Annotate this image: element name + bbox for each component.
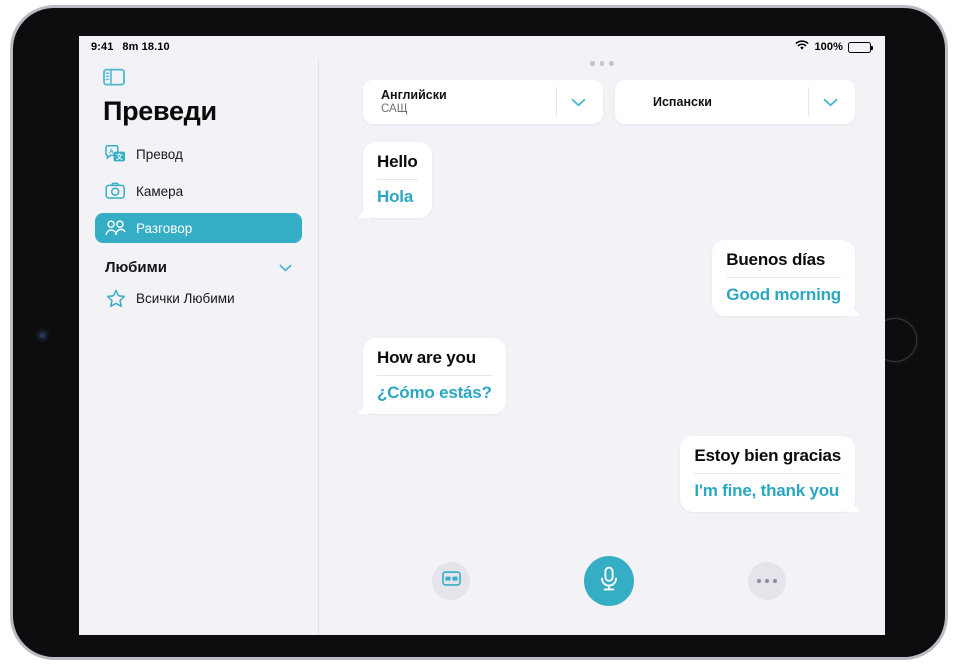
device-bezel: 9:41 8m 18.10 100% Преведи A 文 Превод Ка… xyxy=(13,8,945,657)
message-translation-text: ¿Cómo estás? xyxy=(377,383,492,402)
main-content: Английски САЩ Испански Hello Hola Buenos… xyxy=(319,58,885,635)
sidebar: Преведи A 文 Превод Камера Разговор Любим… xyxy=(79,58,319,635)
side-by-side-view-icon xyxy=(441,571,461,591)
message-source-text: How are you xyxy=(377,348,476,367)
status-bar-left: 9:41 8m 18.10 xyxy=(91,41,170,53)
message-bubble[interactable]: How are you ¿Cómo estás? xyxy=(363,338,506,414)
sidebar-item-all-favorites[interactable]: Всички Любими xyxy=(95,283,302,313)
status-bar-right: 100% xyxy=(795,40,873,54)
message-bubble[interactable]: Hello Hola xyxy=(363,142,432,218)
language-from-picker[interactable]: Английски САЩ xyxy=(363,80,603,124)
message-source-text: Estoy bien gracias xyxy=(694,446,841,465)
language-from-region: САЩ xyxy=(381,102,408,115)
svg-text:文: 文 xyxy=(116,152,123,161)
message-source-text: Buenos días xyxy=(726,250,826,269)
microphone-button[interactable] xyxy=(584,556,634,606)
language-to-name: Испански xyxy=(653,94,712,109)
side-by-side-view-button[interactable] xyxy=(432,562,470,600)
message-row: How are you ¿Cómo estás? xyxy=(363,338,855,414)
page-title: Преведи xyxy=(103,96,217,126)
window-grabber-dots[interactable] xyxy=(319,61,885,66)
sidebar-toggle-icon[interactable] xyxy=(103,66,129,88)
microphone-icon xyxy=(599,566,619,597)
battery-percent-label: 100% xyxy=(814,41,843,53)
chevron-down-icon[interactable] xyxy=(279,259,292,276)
sidebar-item-camera[interactable]: Камера xyxy=(95,176,302,206)
screen-body: Преведи A 文 Превод Камера Разговор Любим… xyxy=(79,58,885,635)
message-bubble[interactable]: Buenos días Good morning xyxy=(712,240,855,316)
tablet-screen: 9:41 8m 18.10 100% Преведи A 文 Превод Ка… xyxy=(79,36,885,635)
message-divider xyxy=(726,277,841,278)
front-camera-icon xyxy=(37,330,48,341)
translate-icon: A 文 xyxy=(105,145,126,163)
battery-full-icon xyxy=(848,41,873,53)
conversation-people-icon xyxy=(105,219,126,237)
status-date: 8m 18.10 xyxy=(122,41,170,53)
bottom-toolbar xyxy=(319,537,885,635)
chevron-down-icon[interactable] xyxy=(809,98,851,107)
chevron-down-icon[interactable] xyxy=(557,98,599,107)
status-bar: 9:41 8m 18.10 100% xyxy=(79,36,885,58)
device-frame: 9:41 8m 18.10 100% Преведи A 文 Превод Ка… xyxy=(10,5,948,660)
star-icon xyxy=(105,289,126,307)
message-row: Estoy bien gracias I'm fine, thank you xyxy=(363,436,855,512)
message-divider xyxy=(694,473,841,474)
language-to-picker[interactable]: Испански xyxy=(615,80,855,124)
message-bubble[interactable]: Estoy bien gracias I'm fine, thank you xyxy=(680,436,855,512)
message-divider xyxy=(377,375,492,376)
sidebar-item-label: Всички Любими xyxy=(136,290,235,306)
message-translation-text: Hola xyxy=(377,187,414,206)
sidebar-item-conversation[interactable]: Разговор xyxy=(95,213,302,243)
message-row: Hello Hola xyxy=(363,142,855,218)
camera-icon xyxy=(105,182,126,200)
language-selection-bar: Английски САЩ Испански xyxy=(319,58,885,124)
message-translation-text: I'm fine, thank you xyxy=(694,481,840,500)
sidebar-item-translate[interactable]: A 文 Превод xyxy=(95,139,302,169)
message-row: Buenos días Good morning xyxy=(363,240,855,316)
wifi-icon xyxy=(795,40,809,54)
message-translation-text: Good morning xyxy=(726,285,841,304)
language-from-name: Английски xyxy=(381,88,447,103)
sidebar-section-label: Любими xyxy=(105,258,167,276)
sidebar-item-label: Разговор xyxy=(136,220,193,236)
status-time: 9:41 xyxy=(91,41,114,53)
sidebar-section-favorites[interactable]: Любими xyxy=(95,253,302,281)
sidebar-item-label: Камера xyxy=(136,183,184,199)
message-divider xyxy=(377,179,418,180)
conversation-list: Hello Hola Buenos días Good morning How … xyxy=(319,124,885,537)
sidebar-item-label: Превод xyxy=(136,146,183,162)
message-source-text: Hello xyxy=(377,152,418,171)
more-options-button[interactable] xyxy=(748,562,786,600)
svg-text:A: A xyxy=(109,148,114,155)
more-options-icon xyxy=(756,578,778,584)
